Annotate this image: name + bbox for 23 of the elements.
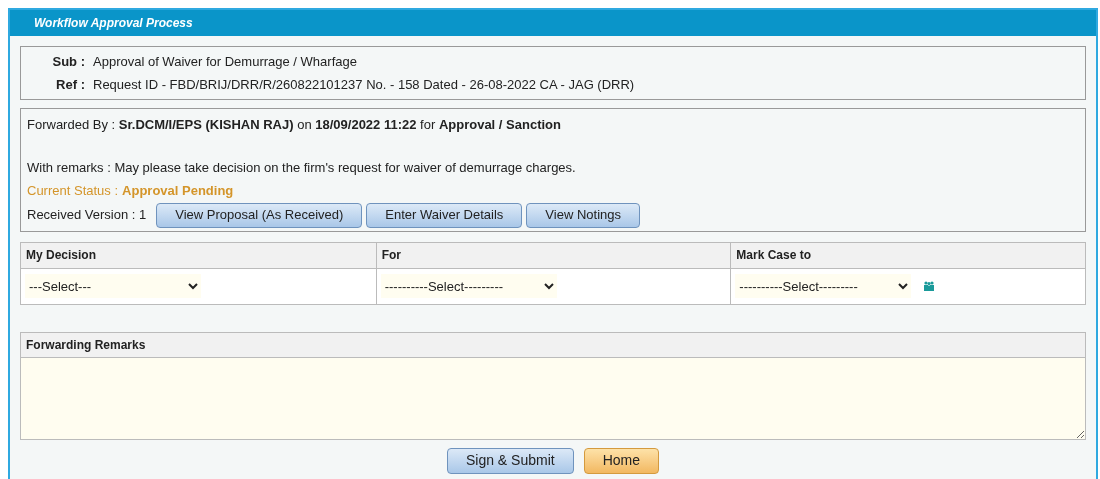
select-dropdown[interactable]: ----------Select--------- — [380, 274, 557, 298]
people-icon[interactable] — [923, 281, 936, 291]
remarks-header: Forwarding Remarks — [21, 332, 1085, 358]
version-text: Received Version : 1 — [27, 206, 147, 225]
status-value: Approval Pending — [122, 182, 234, 200]
column-header: For — [375, 242, 731, 269]
field-label: Ref : — [55, 75, 85, 94]
field-value: Approval of Waiver for Demurrage / Wharfage — [93, 53, 357, 71]
select-dropdown[interactable]: ----------Select--------- — [735, 274, 912, 298]
select-dropdown[interactable]: ---Select--- — [25, 274, 201, 298]
forwarded-by-text: Forwarded By : Sr.DCM/I/EPS (KISHAN RAJ) on 18/09/2022 11:22 for Approval / Sanction — [27, 116, 562, 134]
field-value: Request ID - FBD/BRIJ/DRR/R/260822101237 No. - 158 Dated - 26-08-2022 CA - JAG (DRR) — [93, 75, 635, 94]
remarks-field[interactable] — [21, 357, 1085, 439]
home-button[interactable]: Home — [583, 447, 660, 474]
column-header: Mark Case to — [730, 242, 1085, 269]
action-button[interactable]: View Notings — [526, 202, 640, 228]
panel-title: Workflow Approval Process — [10, 10, 1096, 36]
action-button[interactable]: View Proposal (As Received) — [156, 202, 363, 228]
status-label: Current Status : — [27, 182, 119, 200]
field-label: Sub : — [51, 53, 85, 71]
submit-button[interactable]: Sign & Submit — [446, 447, 574, 474]
remarks-text: With remarks : May please take decision on the firm's request for waiver of demurrage charges. — [27, 158, 577, 177]
action-button[interactable]: Enter Waiver Details — [366, 202, 523, 228]
